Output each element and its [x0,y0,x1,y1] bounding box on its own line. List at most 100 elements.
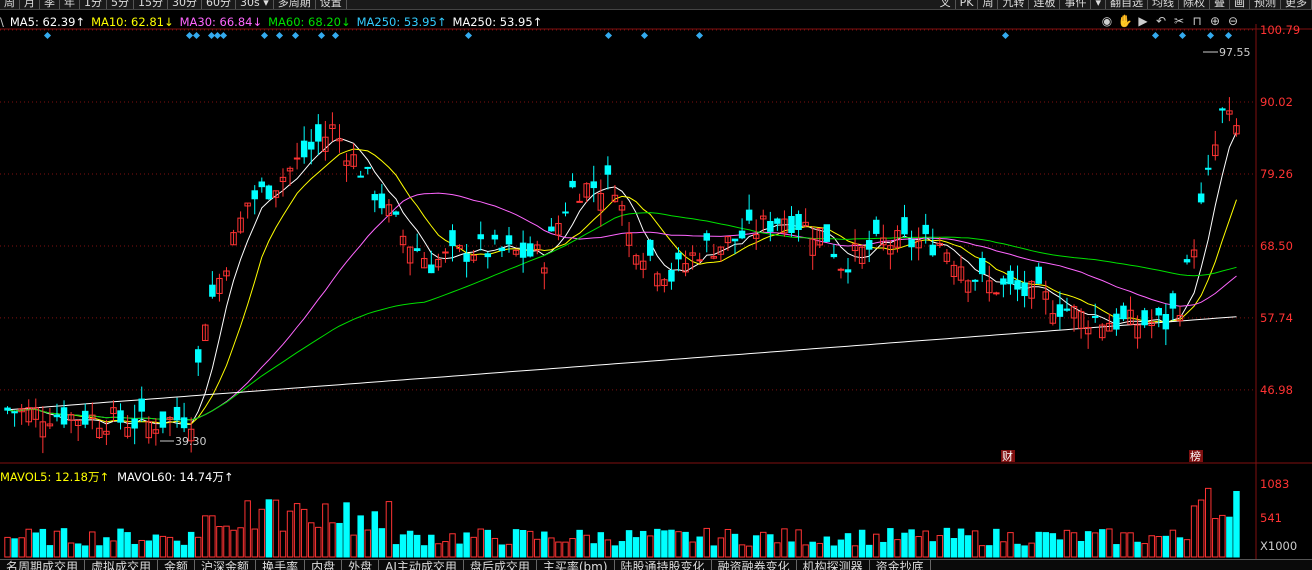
volume-bar [675,531,682,558]
volume-bar [915,536,922,558]
play-icon[interactable]: ▶ [1134,14,1152,28]
volume-bar [265,499,273,558]
volume-bar [583,534,590,558]
volume-bar [1070,532,1078,558]
candle-body [378,193,386,209]
signal-markers [43,31,1233,40]
volume-bar [943,527,951,558]
volume-bar [604,539,612,558]
volume-bar [534,538,541,558]
volume-bar [710,545,718,558]
volume-bar [1106,528,1113,558]
volume-bar [60,528,68,558]
volume-bar [760,531,767,558]
volume-bar [978,545,986,558]
volume-bar [251,528,258,558]
volume-bar [922,530,929,558]
candle-body [428,264,435,274]
volume-bar [901,532,908,558]
candle-body [442,251,449,254]
low-label: 39.30 [175,435,207,448]
chart-tools: ◉ ✋ ▶ ↶ ✂ ⊓ ⊕ ⊖ [1098,14,1242,28]
signal-diamond [331,31,340,40]
mavol60-label: MAVOL60: 14.74万↑ [117,470,234,484]
eye-icon[interactable]: ◉ [1098,14,1116,28]
legend-ma250-2: MA250: 53.95↑ [452,15,543,29]
volume-bar [357,515,364,558]
candle-body [668,269,675,282]
candle-body [703,233,710,241]
volume-bar [576,529,583,558]
volume-tick: 1083 [1260,477,1289,491]
volume-bar [180,544,188,558]
candle-body [774,218,781,224]
candle-body [844,269,852,273]
zoom-in-icon[interactable]: ⊕ [1206,14,1224,28]
volume-bar [1176,537,1184,558]
volume-bar [887,528,894,558]
candle-body [60,407,68,425]
candle-body [745,209,753,221]
volume-bar [950,538,958,558]
volume-bar [442,541,449,558]
volume-bar [512,529,520,558]
volume-bar [1204,487,1212,558]
volume-bar [555,541,562,558]
lock-icon[interactable]: ⊓ [1188,14,1206,28]
price-axis: 100.79 90.02 79.26 68.50 57.74 46.98 1083 541 X1… [1260,23,1300,553]
volume-bar [1014,543,1021,558]
signal-diamond [219,31,228,40]
volume-bar [1127,532,1134,558]
candle-body [484,253,492,258]
volume-bar [788,541,795,558]
volume-bar [802,544,809,558]
volume-bar [315,526,322,558]
volume-bar [809,541,816,558]
zoom-out-icon[interactable]: ⊖ [1224,14,1242,28]
volume-bar [322,503,329,558]
volume-bar [1000,541,1007,558]
candle-body [1120,305,1127,320]
annotations: 97.55 39.30 财 榜 [160,46,1251,463]
volume-bar [25,528,32,558]
volume-bar [632,537,640,558]
volume-bar [767,534,774,558]
back-icon[interactable]: ↶ [1152,14,1170,28]
legend-ma60: MA60: 68.20↓ [268,15,351,29]
volume-bar [993,528,1000,558]
legend-ma30: MA30: 66.84↓ [179,15,263,29]
volume-bar [237,527,244,558]
price-tick: 90.02 [1260,95,1293,109]
volume-bar [569,538,576,558]
volume-bar [435,543,442,558]
candle-body [1035,266,1042,284]
volume-bar [145,540,153,558]
candle-body [795,213,802,231]
candle-body [873,219,880,234]
signal-diamond [275,31,284,40]
volume-bars [4,487,1240,558]
volume-bar [138,539,145,558]
volume-bar [230,529,237,558]
signal-diamond [317,31,326,40]
volume-bar [1148,535,1155,558]
candle-body [922,224,929,235]
volume-bar [484,529,492,558]
scissors-icon[interactable]: ✂ [1170,14,1188,28]
volume-bar [279,530,287,558]
volume-bar [46,545,54,558]
volume-bar [166,536,174,558]
volume-bar [1212,518,1219,558]
volume-bar [1028,542,1035,558]
volume-bar [986,545,993,558]
volume-bar [774,542,781,558]
volume-bar [880,541,887,558]
candle-body [767,220,774,232]
volume-bar [406,530,414,558]
hand-icon[interactable]: ✋ [1116,14,1134,28]
candle-body [1197,193,1205,203]
volume-bar [103,537,110,558]
candle-body [576,200,583,203]
volume-legend: MAVOL5: 12.18万↑ MAVOL60: 14.74万↑ [0,469,242,485]
ma30-line [7,192,1237,421]
